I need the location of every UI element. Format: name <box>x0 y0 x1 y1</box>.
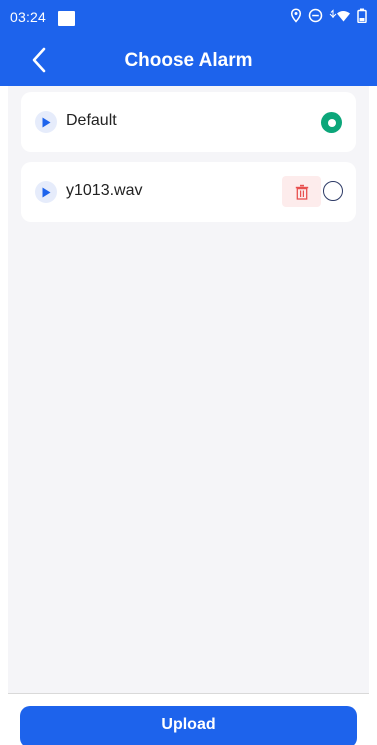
play-icon <box>42 117 51 127</box>
upload-button[interactable]: Upload <box>20 706 357 745</box>
alarm-item-default[interactable]: Default <box>21 92 356 152</box>
status-bar: 03:24 <box>0 0 377 34</box>
status-icons <box>290 8 367 23</box>
page-title: Choose Alarm <box>124 50 253 71</box>
radio-unselected[interactable] <box>323 181 343 201</box>
wifi-icon <box>329 9 350 22</box>
play-button[interactable] <box>35 181 57 203</box>
radio-dot <box>327 118 336 127</box>
alarm-list: Default y1013.wav <box>8 86 369 693</box>
trash-icon <box>295 184 308 200</box>
status-time: 03:24 <box>10 9 47 25</box>
alarm-item-y1013[interactable]: y1013.wav <box>21 162 356 222</box>
choose-alarm-screen: 03:24 Choose Alarm Default y1013.wav Upl… <box>0 0 377 745</box>
delete-button[interactable] <box>282 176 321 207</box>
alarm-item-label: y1013.wav <box>66 182 143 199</box>
divider <box>8 693 369 694</box>
play-button[interactable] <box>35 111 57 133</box>
notification-square-icon <box>58 11 75 26</box>
battery-icon <box>357 8 367 23</box>
play-icon <box>42 187 51 197</box>
header-bar: Choose Alarm <box>0 34 377 86</box>
do-not-disturb-icon <box>308 8 323 23</box>
location-pin-icon <box>290 8 302 23</box>
radio-selected[interactable] <box>321 112 342 133</box>
alarm-item-label: Default <box>66 112 117 129</box>
